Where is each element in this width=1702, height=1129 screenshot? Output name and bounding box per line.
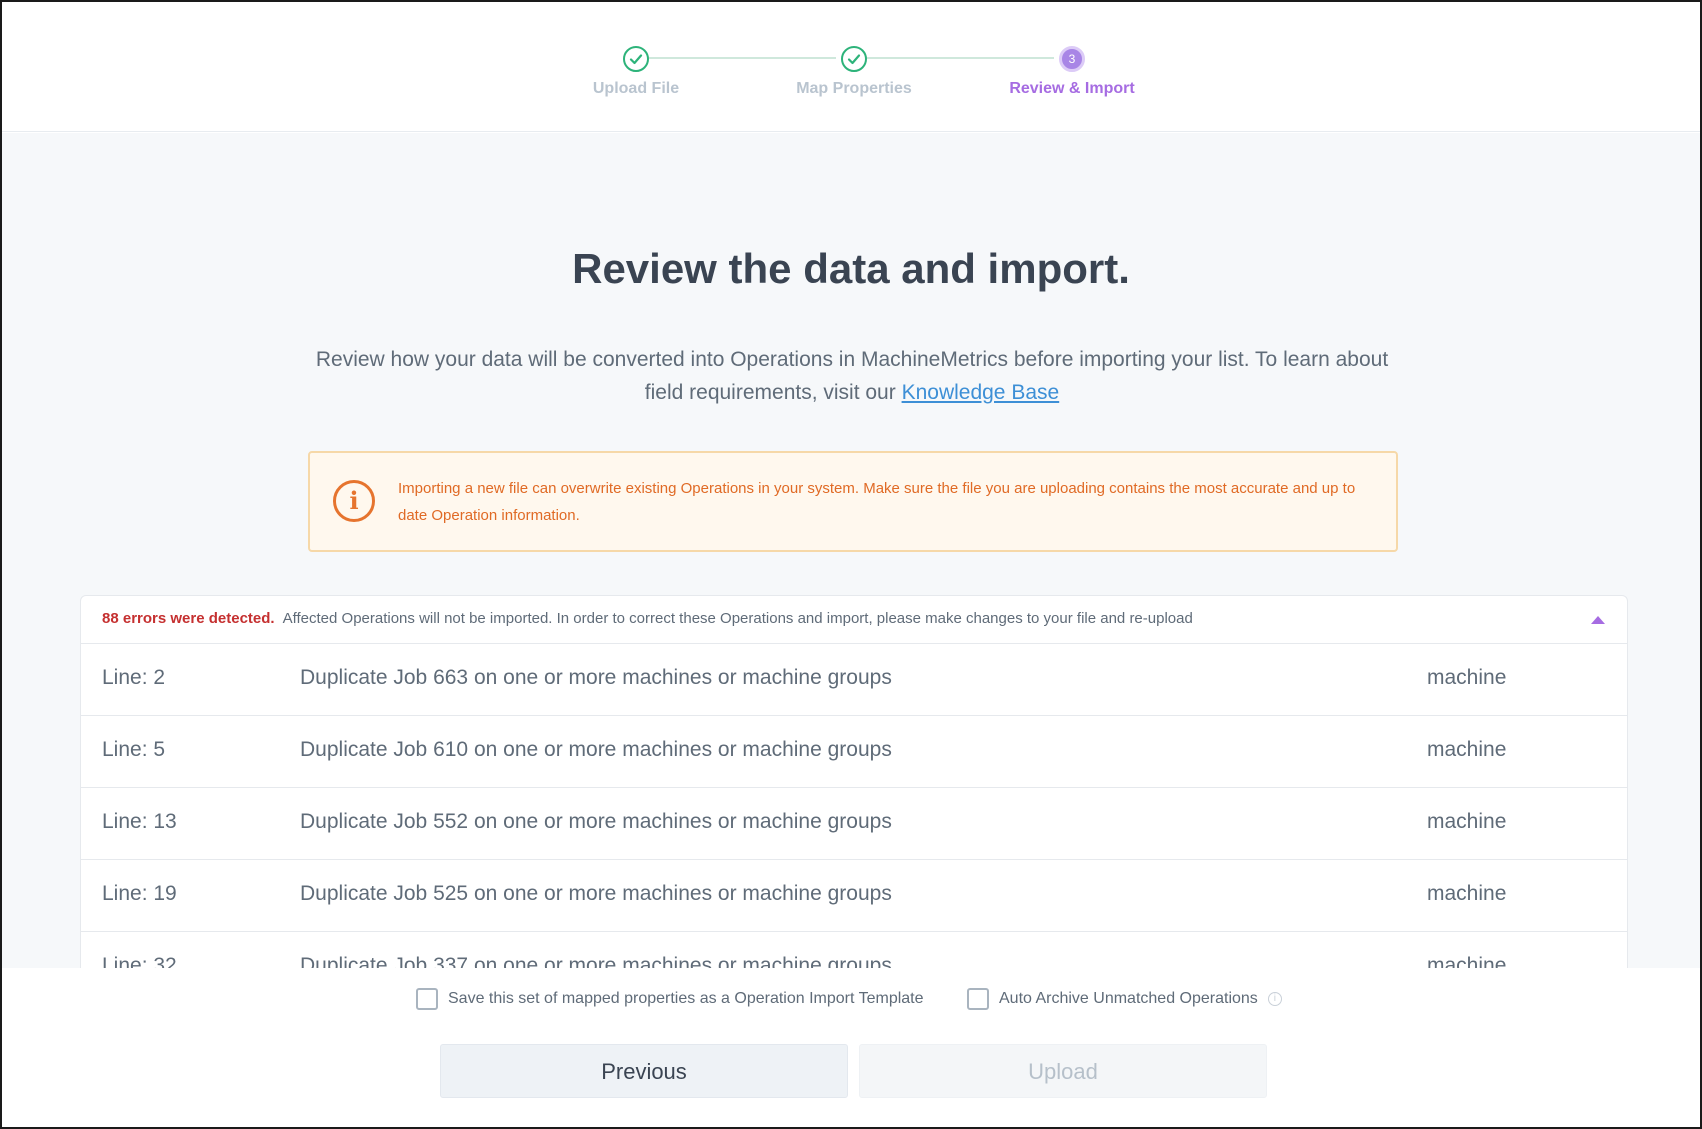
chevron-up-icon[interactable] <box>1591 616 1605 624</box>
error-field: machine <box>1427 666 1507 689</box>
error-field: machine <box>1427 882 1507 905</box>
step-label: Upload File <box>592 80 680 97</box>
error-line: Line: 19 <box>102 882 177 905</box>
knowledge-base-link[interactable]: Knowledge Base <box>902 381 1060 404</box>
auto-archive-option[interactable]: Auto Archive Unmatched Operations i <box>967 988 1282 1012</box>
step-label: Map Properties <box>796 80 912 97</box>
error-line: Line: 32 <box>102 954 177 968</box>
check-icon <box>623 46 649 72</box>
auto-archive-checkbox[interactable] <box>967 988 989 1010</box>
error-description: Duplicate Job 525 on one or more machine… <box>300 882 892 905</box>
step-label: Review & Import <box>1009 80 1135 97</box>
warning-text: Importing a new file can overwrite exist… <box>398 480 1356 524</box>
step-number-badge: 3 <box>1059 46 1085 72</box>
errors-panel: 88 errors were detected. Affected Operati… <box>80 595 1628 968</box>
auto-archive-label: Auto Archive Unmatched Operations <box>999 990 1258 1007</box>
table-row: Line: 19 Duplicate Job 525 on one or mor… <box>81 860 1627 932</box>
overwrite-warning-banner: i Importing a new file can overwrite exi… <box>308 451 1398 552</box>
error-description: Duplicate Job 663 on one or more machine… <box>300 666 892 689</box>
import-stepper: Upload File Map Properties 3 Review & Im… <box>2 2 1700 132</box>
info-warning-icon: i <box>333 480 375 522</box>
footer-actions: Save this set of mapped properties as a … <box>2 968 1700 1127</box>
save-template-checkbox[interactable] <box>416 988 438 1010</box>
error-field: machine <box>1427 954 1507 968</box>
review-panel: Review the data and import. Review how y… <box>2 133 1700 968</box>
table-row: Line: 32 Duplicate Job 337 on one or mor… <box>81 932 1627 968</box>
previous-button[interactable]: Previous <box>440 1044 848 1098</box>
info-icon[interactable]: i <box>1267 992 1282 1006</box>
table-row: Line: 5 Duplicate Job 610 on one or more… <box>81 716 1627 788</box>
error-description: Duplicate Job 337 on one or more machine… <box>300 954 892 968</box>
subtitle-text: Review how your data will be converted i… <box>315 348 1389 404</box>
step-map-properties[interactable]: Map Properties <box>744 2 964 132</box>
upload-button[interactable]: Upload <box>859 1044 1267 1098</box>
error-description: Duplicate Job 552 on one or more machine… <box>300 810 892 833</box>
error-line: Line: 5 <box>102 738 166 761</box>
step-review-import[interactable]: 3 Review & Import <box>962 2 1182 132</box>
app-frame: Upload File Map Properties 3 Review & Im… <box>0 0 1702 1129</box>
page-title: Review the data and import. <box>572 245 1130 292</box>
error-field: machine <box>1427 810 1507 833</box>
table-row: Line: 2 Duplicate Job 663 on one or more… <box>81 644 1627 716</box>
page-subtitle: Review how your data will be converted i… <box>302 343 1402 409</box>
save-template-label: Save this set of mapped properties as a … <box>448 990 924 1007</box>
error-line: Line: 13 <box>102 810 177 833</box>
table-row: Line: 13 Duplicate Job 552 on one or mor… <box>81 788 1627 860</box>
error-line: Line: 2 <box>102 666 166 689</box>
errors-count: 88 errors were detected. <box>102 610 275 627</box>
errors-message: Affected Operations will not be imported… <box>282 610 1193 627</box>
error-description: Duplicate Job 610 on one or more machine… <box>300 738 892 761</box>
errors-header[interactable]: 88 errors were detected. Affected Operati… <box>81 596 1627 644</box>
save-template-option[interactable]: Save this set of mapped properties as a … <box>416 988 924 1012</box>
error-field: machine <box>1427 738 1507 761</box>
step-upload-file[interactable]: Upload File <box>526 2 746 132</box>
check-icon <box>841 46 867 72</box>
